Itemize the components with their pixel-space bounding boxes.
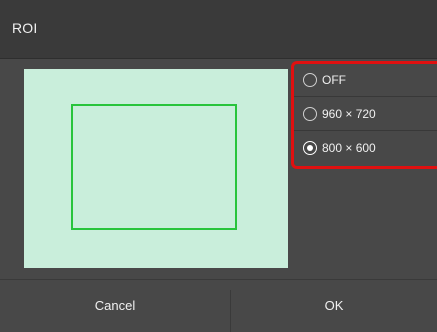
option-label: OFF	[322, 73, 346, 87]
roi-rectangle	[71, 104, 237, 230]
radio-unchecked-icon[interactable]	[303, 107, 317, 121]
dialog-footer: Cancel OK	[0, 279, 437, 332]
cancel-button[interactable]: Cancel	[0, 280, 230, 332]
radio-checked-icon[interactable]	[303, 141, 317, 155]
radio-dot	[307, 145, 313, 151]
ok-button[interactable]: OK	[231, 280, 437, 332]
radio-unchecked-icon[interactable]	[303, 73, 317, 87]
option-label: 960 × 720	[322, 107, 376, 121]
option-off[interactable]: OFF	[294, 64, 437, 97]
option-label: 800 × 600	[322, 141, 376, 155]
roi-preview	[24, 69, 288, 268]
option-960x720[interactable]: 960 × 720	[294, 98, 437, 131]
option-800x600[interactable]: 800 × 600	[294, 132, 437, 165]
dialog-titlebar: ROI	[0, 0, 437, 59]
roi-options-group: OFF 960 × 720 800 × 600	[291, 61, 437, 169]
dialog-title: ROI	[12, 20, 38, 36]
